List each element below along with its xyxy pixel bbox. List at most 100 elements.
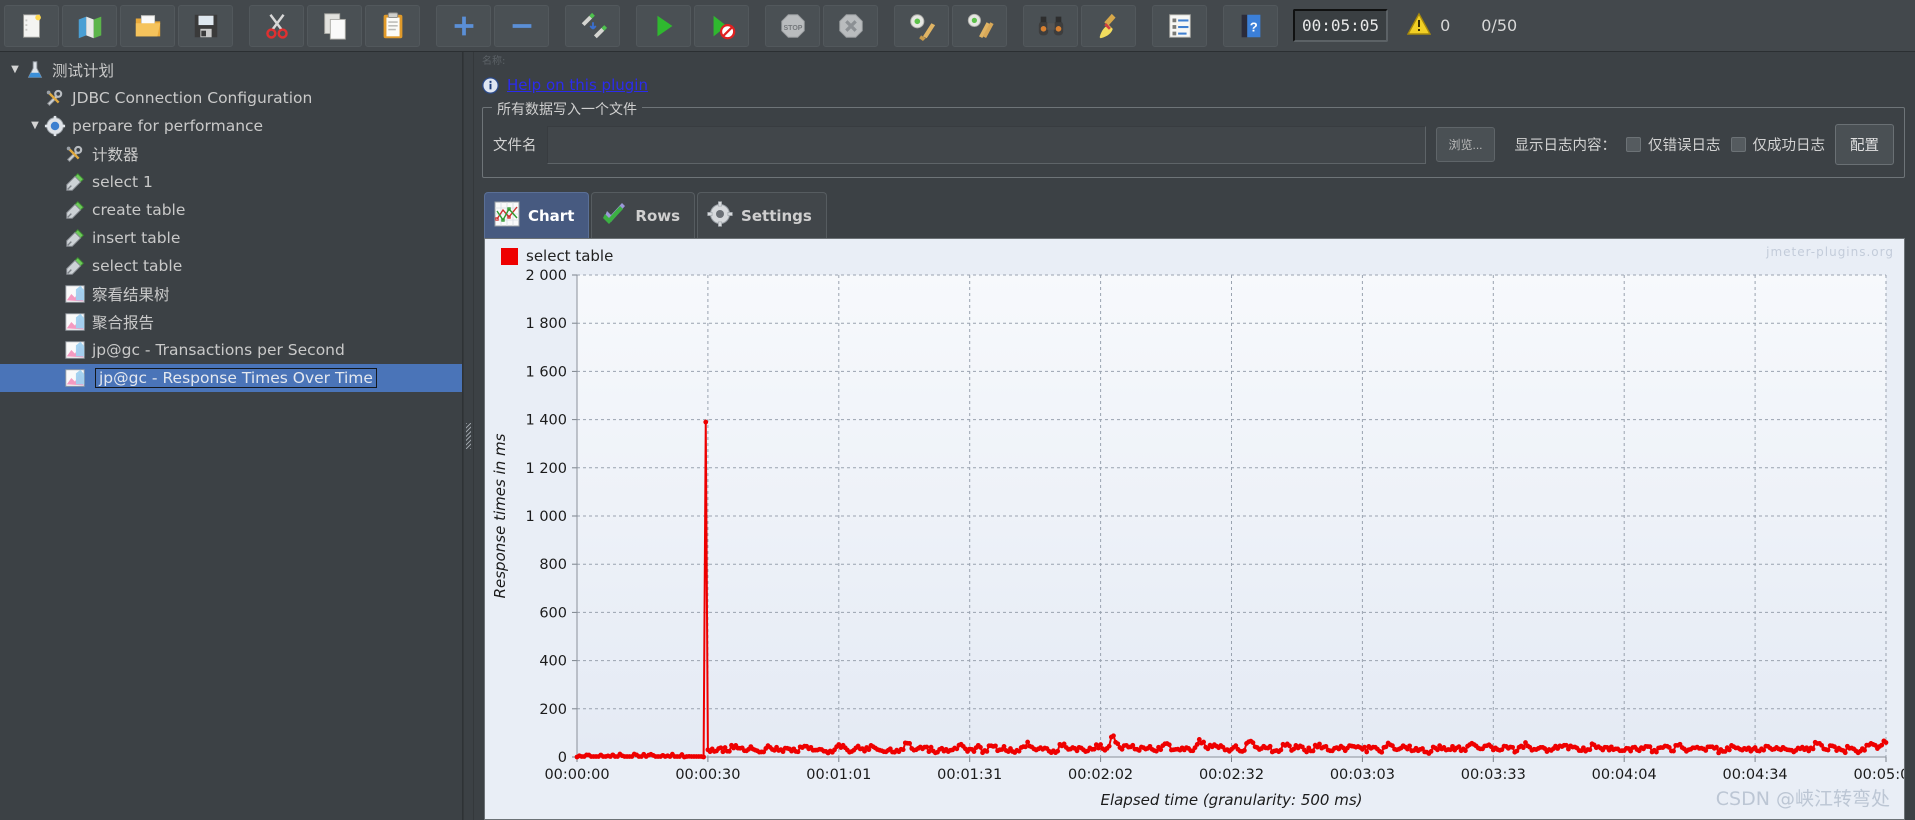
sampler-pipette-icon	[64, 171, 86, 193]
svg-text:00:04:04: 00:04:04	[1592, 767, 1657, 783]
sidebar-item-jdbc-connection-configuration[interactable]: JDBC Connection Configuration	[0, 84, 462, 112]
save-floppy-icon	[191, 11, 221, 41]
info-icon	[482, 76, 499, 94]
tree-expand-toggle-icon[interactable]: ▼	[6, 65, 24, 75]
sidebar-item-select-1[interactable]: select 1	[0, 168, 462, 196]
search-button[interactable]	[1023, 4, 1078, 47]
svg-text:00:03:33: 00:03:33	[1461, 767, 1526, 783]
main-toolbar: STOP? 00:05:05 0 0/50	[0, 0, 1915, 52]
paste-button[interactable]	[365, 4, 420, 47]
write-all-data-group-title: 所有数据写入一个文件	[492, 99, 642, 119]
tree-item-label: jp@gc - Response Times Over Time	[95, 368, 377, 388]
svg-text:00:00:00: 00:00:00	[544, 767, 609, 783]
tree-item-label: insert table	[92, 229, 181, 247]
write-all-data-group: 所有数据写入一个文件 文件名 浏览... 显示日志内容： 仅错误日志 仅成功日志…	[482, 99, 1905, 178]
chart-canvas: 0 200 400 600 800 1 000 1 200 1 400 1 600 1 800 2 …	[485, 239, 1904, 819]
svg-text:00:05:05: 00:05:05	[1853, 767, 1904, 783]
listener-chart-icon	[64, 311, 86, 333]
legend-swatch-icon	[501, 247, 518, 265]
status-counters: 0 0/50	[1406, 12, 1518, 40]
warning-triangle-icon[interactable]	[1406, 12, 1432, 40]
config-tools-icon	[44, 87, 66, 109]
listener-panel: 名称: Help on this plugin 所有数据写入一个文件 文件名 浏…	[474, 52, 1915, 820]
toggle-button[interactable]	[565, 4, 620, 47]
tree-expand-toggle-icon[interactable]: ▼	[26, 121, 44, 131]
splitter-grip-icon[interactable]	[466, 423, 471, 449]
shutdown-button[interactable]	[823, 4, 878, 47]
sidebar-item-create-table[interactable]: create table	[0, 196, 462, 224]
start-no-pauses-button[interactable]	[694, 4, 749, 47]
pane-splitter[interactable]	[463, 52, 474, 820]
copy-button[interactable]	[307, 4, 362, 47]
sidebar-item-insert-table[interactable]: insert table	[0, 224, 462, 252]
sidebar-item-test-plan[interactable]: ▼ 测试计划	[0, 56, 462, 84]
tree-item-label: perpare for performance	[72, 117, 264, 135]
successes-only-checkbox[interactable]: 仅成功日志	[1730, 134, 1825, 155]
tree-item-label: select 1	[92, 173, 153, 191]
svg-text:0: 0	[558, 750, 567, 766]
test-plan-flask-icon	[24, 59, 46, 81]
configure-button[interactable]: 配置	[1835, 124, 1894, 165]
expand-all-button[interactable]	[436, 4, 491, 47]
reset-search-button[interactable]	[1081, 4, 1136, 47]
chart-container[interactable]: 0 200 400 600 800 1 000 1 200 1 400 1 600 1 800 2 …	[484, 238, 1905, 820]
svg-text:1 800: 1 800	[525, 316, 567, 332]
svg-text:Elapsed time (granularity: 500: Elapsed time (granularity: 500 ms)	[1100, 791, 1362, 809]
tab-rows[interactable]: Rows	[591, 192, 696, 239]
function-helper-button[interactable]	[1152, 4, 1207, 47]
svg-text:800: 800	[539, 557, 567, 573]
sidebar-item-select-table[interactable]: select table	[0, 252, 462, 280]
sidebar-item-response-times-over-time[interactable]: jp@gc - Response Times Over Time	[0, 364, 462, 392]
browse-button[interactable]: 浏览...	[1436, 127, 1495, 162]
panel-title-stub: 名称:	[482, 56, 506, 67]
active-threads-count: 0/50	[1481, 16, 1518, 35]
sidebar-item-perpare-for-performance[interactable]: ▼ perpare for performance	[0, 112, 462, 140]
config-tools-icon	[64, 143, 86, 165]
sidebar-item-aggregate-report[interactable]: 聚合报告	[0, 308, 462, 336]
clear-all-button[interactable]	[952, 4, 1007, 47]
help-on-this-plugin-link[interactable]: Help on this plugin	[507, 76, 648, 94]
collapse-all-button[interactable]	[494, 4, 549, 47]
gear-icon	[707, 201, 733, 231]
plus-icon	[449, 11, 479, 41]
clear-button[interactable]	[894, 4, 949, 47]
svg-text:00:02:02: 00:02:02	[1068, 767, 1133, 783]
errors-only-label: 仅错误日志	[1648, 138, 1721, 154]
tab-chart[interactable]: Chart	[484, 192, 590, 239]
test-plan-tree[interactable]: ▼ 测试计划 JDBC Connection Configuration ▼ perpa…	[0, 52, 463, 820]
list-lines-icon	[1165, 11, 1195, 41]
tab-label: Settings	[741, 207, 812, 225]
help-row: Help on this plugin	[474, 72, 1915, 102]
checkbox-box-icon[interactable]	[1730, 137, 1746, 152]
elapsed-timer: 00:05:05	[1293, 9, 1389, 42]
sidebar-item-counter[interactable]: 计数器	[0, 140, 462, 168]
save-button[interactable]	[178, 4, 233, 47]
broom-icon	[1094, 11, 1124, 41]
errors-only-checkbox[interactable]: 仅错误日志	[1626, 134, 1721, 155]
main-split: ▼ 测试计划 JDBC Connection Configuration ▼ perpa…	[0, 52, 1915, 820]
gear-broom-icon	[907, 11, 937, 41]
new-test-plan-button[interactable]	[4, 4, 59, 47]
svg-text:00:00:30: 00:00:30	[675, 767, 740, 783]
help-button[interactable]: ?	[1223, 4, 1278, 47]
jmeter-plugins-watermark: jmeter-plugins.org	[1766, 245, 1894, 259]
open-button[interactable]	[120, 4, 175, 47]
checkbox-box-icon[interactable]	[1626, 137, 1641, 152]
tab-label: Rows	[635, 207, 681, 225]
shutdown-x-icon	[836, 11, 866, 41]
svg-text:1 000: 1 000	[525, 509, 567, 525]
stop-button[interactable]: STOP	[765, 4, 820, 47]
tab-settings[interactable]: Settings	[697, 192, 827, 239]
svg-text:2 000: 2 000	[525, 268, 567, 284]
open-folder-icon	[133, 11, 163, 41]
page-watermark: CSDN @峡江转弯处	[1715, 788, 1890, 810]
sidebar-item-transactions-per-second[interactable]: jp@gc - Transactions per Second	[0, 336, 462, 364]
sidebar-item-view-results-tree[interactable]: 察看结果树	[0, 280, 462, 308]
templates-button[interactable]	[62, 4, 117, 47]
svg-text:00:01:31: 00:01:31	[937, 767, 1002, 783]
cut-button[interactable]	[249, 4, 304, 47]
start-button[interactable]	[636, 4, 691, 47]
filename-input[interactable]	[546, 125, 1427, 164]
svg-text:1 400: 1 400	[525, 413, 567, 429]
chart-lines-icon	[494, 201, 520, 231]
